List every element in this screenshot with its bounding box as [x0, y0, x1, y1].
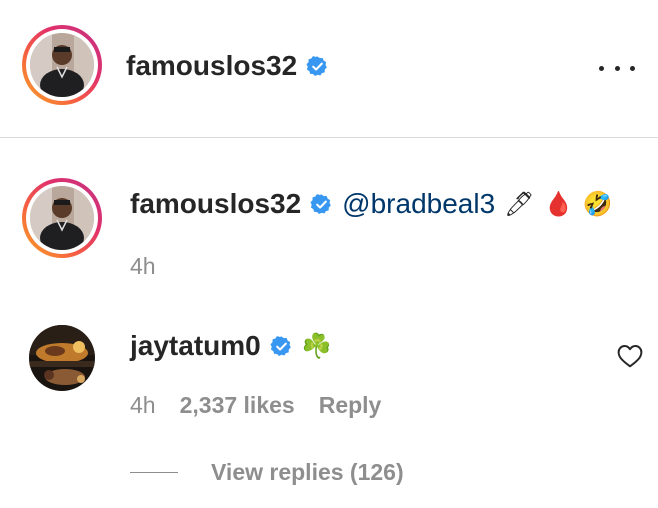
reply-button[interactable]: Reply — [319, 392, 382, 419]
more-options-button[interactable] — [599, 54, 635, 82]
caption-time[interactable]: 4h — [130, 253, 156, 280]
more-dot — [630, 65, 635, 71]
commenter-avatar[interactable] — [29, 325, 95, 391]
caption-avatar-inner — [26, 182, 98, 254]
header-avatar-inner — [26, 29, 98, 101]
header-avatar[interactable] — [22, 25, 102, 105]
header-user: famouslos32 — [126, 50, 329, 82]
more-dot — [599, 65, 604, 71]
more-dot — [614, 65, 620, 71]
header-username[interactable]: famouslos32 — [126, 50, 297, 82]
verified-badge-icon — [306, 55, 327, 76]
comment-time[interactable]: 4h — [130, 392, 156, 419]
caption-avatar[interactable] — [22, 178, 102, 258]
caption-username[interactable]: famouslos32 — [130, 188, 301, 220]
caption-text: famouslos32 @bradbeal3 🖊 🩸 🤣 — [130, 188, 612, 220]
comment-text: jaytatum0 ☘️ — [130, 330, 332, 362]
replies-line — [130, 472, 178, 473]
commenter-photo — [29, 325, 95, 391]
heart-icon[interactable] — [617, 344, 643, 368]
verified-badge-icon — [310, 193, 331, 214]
rofl-emoji: 🤣 — [582, 190, 613, 218]
likes-count[interactable]: 2,337 likes — [180, 392, 295, 419]
header-divider — [0, 137, 658, 138]
view-replies-button[interactable]: View replies (126) — [211, 459, 404, 486]
comment-meta: 4h 2,337 likes Reply — [130, 392, 381, 419]
drop-of-blood-emoji: 🩸 — [543, 190, 574, 218]
profile-photo — [30, 33, 94, 97]
shamrock-emoji: ☘️ — [301, 332, 332, 360]
commenter-username[interactable]: jaytatum0 — [130, 330, 261, 362]
mention-link[interactable]: @bradbeal3 — [342, 188, 495, 220]
verified-badge-icon — [270, 335, 291, 356]
profile-photo — [30, 186, 94, 250]
pen-emoji: 🖊 — [504, 190, 535, 218]
